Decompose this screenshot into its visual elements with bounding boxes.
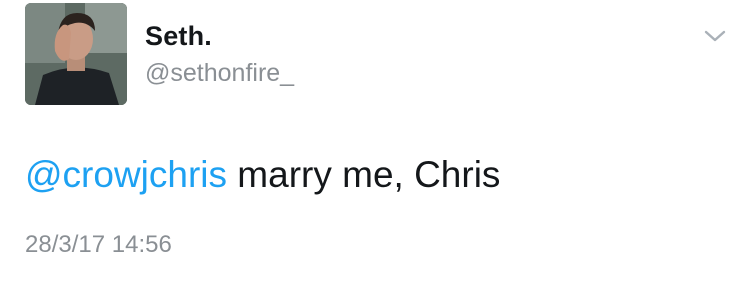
tweet-body: marry me, Chris <box>227 154 501 195</box>
timestamp[interactable]: 28/3/17 14:56 <box>25 231 172 259</box>
tweet-card: Seth. @sethonfire_ @crowjchris marry me,… <box>0 0 729 288</box>
display-name[interactable]: Seth. <box>145 21 212 52</box>
chevron-down-icon[interactable] <box>703 27 727 45</box>
user-handle[interactable]: @sethonfire_ <box>145 59 294 88</box>
avatar[interactable] <box>25 3 127 105</box>
tweet-text: @crowjchris marry me, Chris <box>25 154 500 196</box>
mention-link[interactable]: @crowjchris <box>25 154 227 195</box>
avatar-photo <box>25 3 127 105</box>
